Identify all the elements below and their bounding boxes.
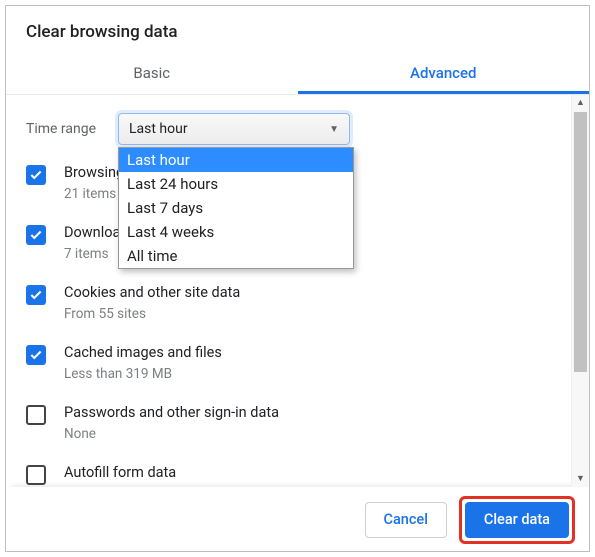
dropdown-option[interactable]: Last 7 days [119,196,353,220]
tab-advanced[interactable]: Advanced [298,52,590,94]
checkbox[interactable] [26,165,46,185]
scroll-down-icon[interactable]: ▼ [572,471,589,487]
row-title: Passwords and other sign-in data [64,403,279,423]
dialog-title: Clear browsing data [6,6,589,52]
row-subtitle: From 55 sites [64,305,240,323]
clear-browsing-data-dialog: Clear browsing data Basic Advanced Time … [5,5,590,552]
clear-data-button[interactable]: Clear data [465,502,569,538]
dropdown-option[interactable]: Last hour [119,148,353,172]
checkbox[interactable] [26,285,46,305]
time-range-value: Last hour [129,121,188,137]
dropdown-option[interactable]: Last 4 weeks [119,220,353,244]
scroll-up-icon[interactable]: ▲ [572,95,589,111]
check-icon [29,228,43,242]
time-range-select[interactable]: Last hour ▼ [118,113,350,145]
checkbox[interactable] [26,465,46,485]
scrollbar[interactable]: ▲ ▼ [571,95,589,487]
checkbox[interactable] [26,225,46,245]
data-row: Cookies and other site data From 55 site… [26,283,551,323]
time-range-row: Time range Last hour ▼ Last hour Last 24… [26,113,551,145]
dialog-footer: Cancel Clear data [6,487,589,551]
data-row: Passwords and other sign-in data None [26,403,551,443]
content-area: Time range Last hour ▼ Last hour Last 24… [6,95,589,487]
dropdown-option[interactable]: Last 24 hours [119,172,353,196]
row-title: Cookies and other site data [64,283,240,303]
tab-bar: Basic Advanced [6,52,589,94]
cancel-button[interactable]: Cancel [365,502,447,538]
checkbox[interactable] [26,345,46,365]
scroll-thumb[interactable] [574,112,587,372]
tab-basic[interactable]: Basic [6,52,298,94]
data-row: Autofill form data [26,463,551,485]
check-icon [29,168,43,182]
highlight-annotation: Clear data [459,496,575,544]
time-range-dropdown: Last hour Last 24 hours Last 7 days Last… [118,147,354,269]
dropdown-option[interactable]: All time [119,244,353,268]
row-title: Cached images and files [64,343,222,363]
checkbox[interactable] [26,405,46,425]
row-subtitle: None [64,425,279,443]
data-row: Cached images and files Less than 319 MB [26,343,551,383]
chevron-down-icon: ▼ [329,124,339,135]
time-range-label: Time range [26,121,118,137]
check-icon [29,288,43,302]
row-title: Autofill form data [64,463,176,483]
check-icon [29,348,43,362]
row-subtitle: Less than 319 MB [64,365,222,383]
